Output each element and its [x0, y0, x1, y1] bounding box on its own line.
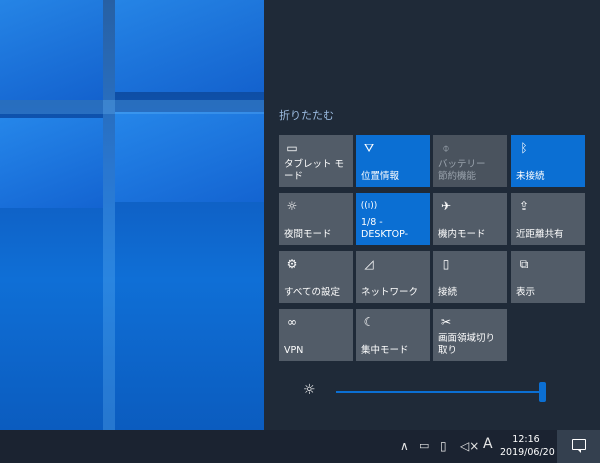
focus-assist-icon: ☾ [363, 315, 375, 329]
brightness-slider[interactable]: ☼ [303, 382, 553, 402]
tile-mobile-hotspot[interactable]: ((ı)) 1/8 - DESKTOP- [356, 193, 430, 245]
tile-network[interactable]: ◿ ネットワーク [356, 251, 430, 303]
tile-label: 機内モード [438, 229, 486, 240]
clock-date: 2019/06/20 [500, 447, 555, 458]
clock-time: 12:16 [512, 434, 540, 445]
tile-label: ネットワーク [361, 287, 419, 298]
tablet-mode-icon: ▭ [286, 141, 298, 155]
tile-screen-snip[interactable]: ✂ 画面領域切り取り [433, 309, 507, 361]
network-status-icon[interactable]: ▯ [440, 439, 447, 453]
night-light-icon: ☼ [286, 199, 298, 213]
tile-label: 近距離共有 [516, 229, 564, 240]
wallpaper-beam [0, 100, 264, 114]
tile-label: VPN [284, 345, 304, 356]
ime-mode-icon[interactable]: A [483, 437, 493, 451]
wallpaper-pane [115, 112, 264, 202]
wallpaper-beam [103, 0, 115, 430]
collapse-link[interactable]: 折りたたむ [279, 107, 334, 123]
wallpaper-pane [0, 118, 103, 208]
notifications-button[interactable] [557, 430, 600, 463]
battery-saver-icon: ⌽ [442, 141, 450, 155]
connect-icon: ▯ [442, 257, 450, 271]
tile-nearby-sharing[interactable]: ⇪ 近距離共有 [511, 193, 585, 245]
tile-bluetooth[interactable]: ᛒ 未接続 [511, 135, 585, 187]
nearby-sharing-icon: ⇪ [518, 199, 530, 213]
bluetooth-icon: ᛒ [520, 141, 528, 155]
tile-all-settings[interactable]: ⚙ すべての設定 [279, 251, 353, 303]
notifications-icon-tail [577, 449, 581, 453]
tile-label: 画面領域切り取り [438, 333, 496, 356]
tile-vpn[interactable]: ∞ VPN [279, 309, 353, 361]
tile-project[interactable]: ⧉ 表示 [511, 251, 585, 303]
tile-label: タブレット モード [284, 159, 345, 182]
wallpaper-pane [115, 0, 264, 92]
vpn-icon: ∞ [287, 315, 297, 329]
desktop-wallpaper [0, 0, 264, 430]
screen-snip-icon: ✂ [440, 315, 452, 329]
network-icon: ◿ [364, 257, 374, 271]
tile-location[interactable]: ⛛ 位置情報 [356, 135, 430, 187]
tile-airplane-mode[interactable]: ✈ 機内モード [433, 193, 507, 245]
brightness-track[interactable] [336, 391, 544, 393]
airplane-mode-icon: ✈ [440, 199, 452, 213]
battery-icon[interactable]: ▭ [419, 439, 429, 453]
brightness-thumb[interactable] [539, 382, 546, 402]
location-icon: ⛛ [363, 141, 375, 155]
tile-label: 1/8 - DESKTOP- [361, 217, 409, 240]
tile-label: すべての設定 [284, 287, 340, 298]
tile-label: バッテリー 節約機能 [438, 159, 486, 182]
tile-night-light[interactable]: ☼ 夜間モード [279, 193, 353, 245]
tile-label: 位置情報 [361, 171, 400, 182]
taskbar-clock[interactable]: 12:16 2019/06/20 [500, 433, 555, 459]
settings-gear-icon: ⚙ [286, 257, 298, 271]
project-icon: ⧉ [519, 257, 529, 271]
tile-tablet-mode[interactable]: ▭ タブレット モード [279, 135, 353, 187]
volume-muted-icon[interactable]: ◁× [460, 439, 479, 453]
tile-label: 接続 [438, 287, 458, 298]
tile-battery-saver[interactable]: ⌽ バッテリー 節約機能 [433, 135, 507, 187]
tile-focus-assist[interactable]: ☾ 集中モード [356, 309, 430, 361]
tile-label: 夜間モード [284, 229, 332, 240]
brightness-icon: ☼ [303, 382, 316, 398]
mobile-hotspot-icon: ((ı)) [360, 200, 378, 211]
show-hidden-icons-chevron-icon[interactable]: ∧ [400, 439, 409, 453]
tile-label: 集中モード [361, 345, 409, 356]
wallpaper-pane [0, 0, 103, 100]
tile-label: 未接続 [516, 171, 545, 182]
taskbar: ∧ ▭ ▯ ◁× A 12:16 2019/06/20 [0, 430, 600, 463]
tile-label: 表示 [516, 287, 536, 298]
tile-connect[interactable]: ▯ 接続 [433, 251, 507, 303]
